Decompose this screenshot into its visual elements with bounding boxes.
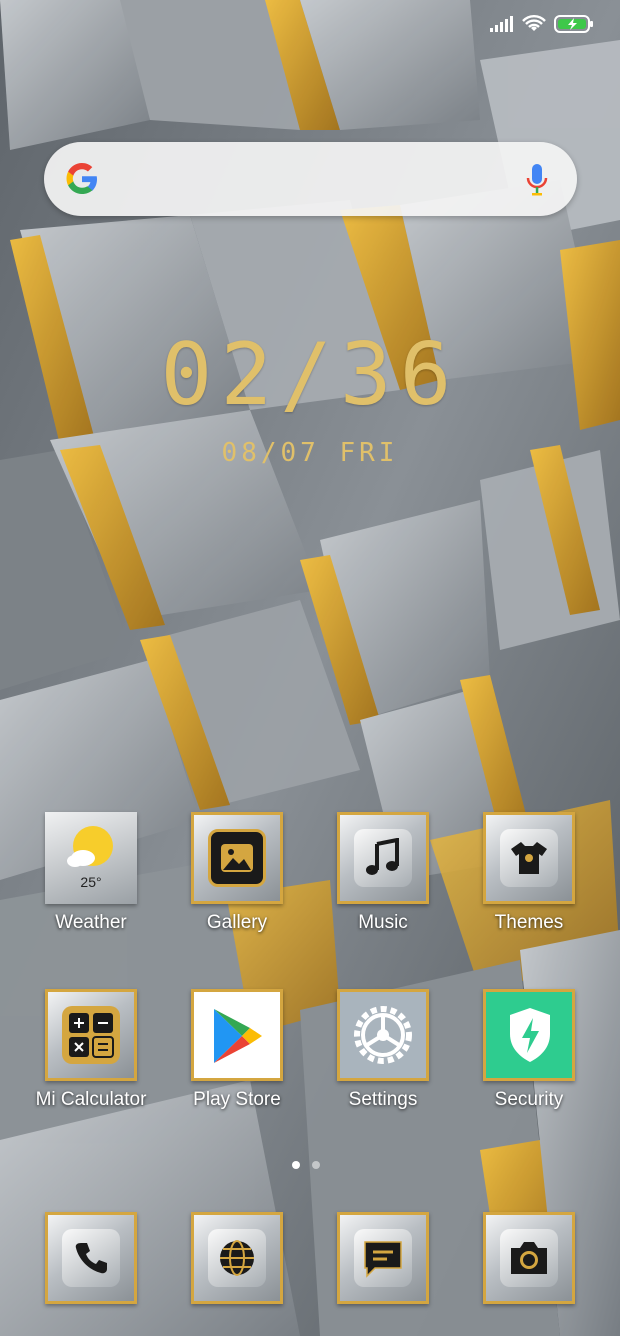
play-store-icon: [191, 989, 283, 1081]
app-music[interactable]: Music: [310, 812, 456, 934]
app-security[interactable]: Security: [456, 989, 602, 1111]
dock-camera[interactable]: [456, 1212, 602, 1304]
status-bar: [490, 14, 594, 39]
messages-icon: [337, 1212, 429, 1304]
weather-icon: 25°: [45, 812, 137, 904]
clock-time[interactable]: 02/36: [0, 325, 620, 425]
app-mi-calculator[interactable]: Mi Calculator: [18, 989, 164, 1111]
google-search-bar[interactable]: [44, 142, 577, 216]
battery-charging-icon: [554, 14, 594, 39]
app-label: Security: [494, 1089, 564, 1110]
page-dot[interactable]: [312, 1161, 320, 1169]
phone-icon: [45, 1212, 137, 1304]
security-icon: [483, 989, 575, 1081]
app-play-store[interactable]: Play Store: [164, 989, 310, 1111]
wifi-icon: [522, 15, 546, 38]
dock-phone[interactable]: [18, 1212, 164, 1304]
app-label: Music: [358, 912, 408, 933]
page-dot-active[interactable]: [292, 1161, 300, 1169]
app-label: Mi Calculator: [35, 1089, 147, 1110]
clock-date: 08/07 FRI: [221, 438, 399, 468]
dock-browser[interactable]: [164, 1212, 310, 1304]
app-label: Play Store: [193, 1089, 281, 1110]
app-label: Themes: [494, 912, 564, 933]
settings-icon: [337, 989, 429, 1081]
app-label: Settings: [348, 1089, 418, 1110]
app-settings[interactable]: Settings: [310, 989, 456, 1111]
google-logo-icon: [64, 161, 100, 197]
weather-temp: 25°: [80, 874, 102, 890]
signal-icon: [490, 16, 514, 37]
app-gallery[interactable]: Gallery: [164, 812, 310, 934]
gallery-icon: [191, 812, 283, 904]
app-label: Weather: [55, 912, 127, 933]
dock-messages[interactable]: [310, 1212, 456, 1304]
themes-icon: [483, 812, 575, 904]
calculator-icon: [45, 989, 137, 1081]
app-themes[interactable]: Themes: [456, 812, 602, 934]
camera-icon: [483, 1212, 575, 1304]
music-icon: [337, 812, 429, 904]
page-indicator: [292, 1161, 320, 1169]
app-weather[interactable]: 25° Weather: [18, 812, 164, 934]
browser-icon: [191, 1212, 283, 1304]
mic-icon[interactable]: [525, 162, 549, 198]
app-label: Gallery: [206, 912, 268, 933]
